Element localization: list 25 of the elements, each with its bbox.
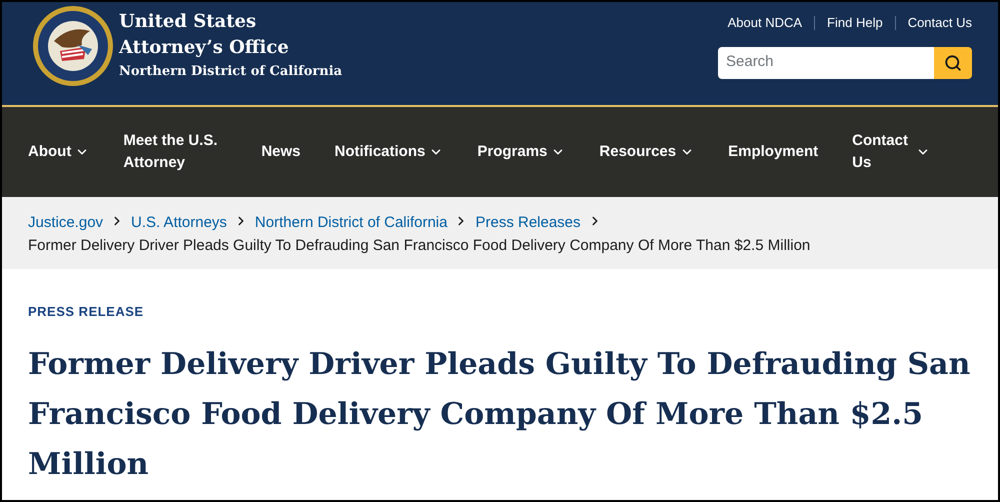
search-field[interactable]: Search — [718, 46, 934, 78]
breadcrumb-link[interactable]: Justice.gov — [28, 214, 104, 231]
department-seal-icon — [32, 5, 114, 87]
article-eyebrow: PRESS RELEASE — [28, 303, 145, 321]
utility-link[interactable]: About NDCA — [728, 13, 802, 32]
breadcrumb-current: Former Delivery Driver Pleads Guilty To Defrauding San Francisco Food Delivery Company Of More Than $2.5 Million — [28, 236, 810, 256]
search-icon — [944, 54, 962, 72]
breadcrumb-link[interactable]: Northern District of California — [254, 214, 448, 231]
site-title: United States — [119, 10, 258, 34]
nav-item[interactable]: Meet the U.S. Attorney — [123, 130, 228, 174]
search-button[interactable] — [934, 46, 972, 78]
nav-item[interactable]: Notifications — [334, 141, 444, 163]
site-title: Attorney’s Office — [119, 36, 290, 60]
utility-link[interactable]: Find Help — [827, 13, 883, 32]
nav-item[interactable]: Programs — [477, 141, 566, 163]
nav-item[interactable]: Resources — [599, 141, 694, 163]
site-subtitle: Northern District of California — [119, 63, 342, 81]
utility-link[interactable]: Contact Us — [908, 13, 972, 32]
nav-item[interactable]: Employment — [728, 141, 818, 163]
breadcrumb-link[interactable]: U.S. Attorneys — [131, 214, 227, 231]
nav-item[interactable]: News — [261, 141, 301, 163]
nav-item[interactable]: About — [28, 141, 90, 163]
article-title: Former Delivery Driver Pleads Guilty To Defrauding San Francisco Food Delivery Company Of More Than $2.5 Million — [28, 346, 972, 484]
nav-item[interactable]: Contact Us — [852, 130, 930, 174]
breadcrumb-link[interactable]: Press Releases — [475, 214, 581, 231]
